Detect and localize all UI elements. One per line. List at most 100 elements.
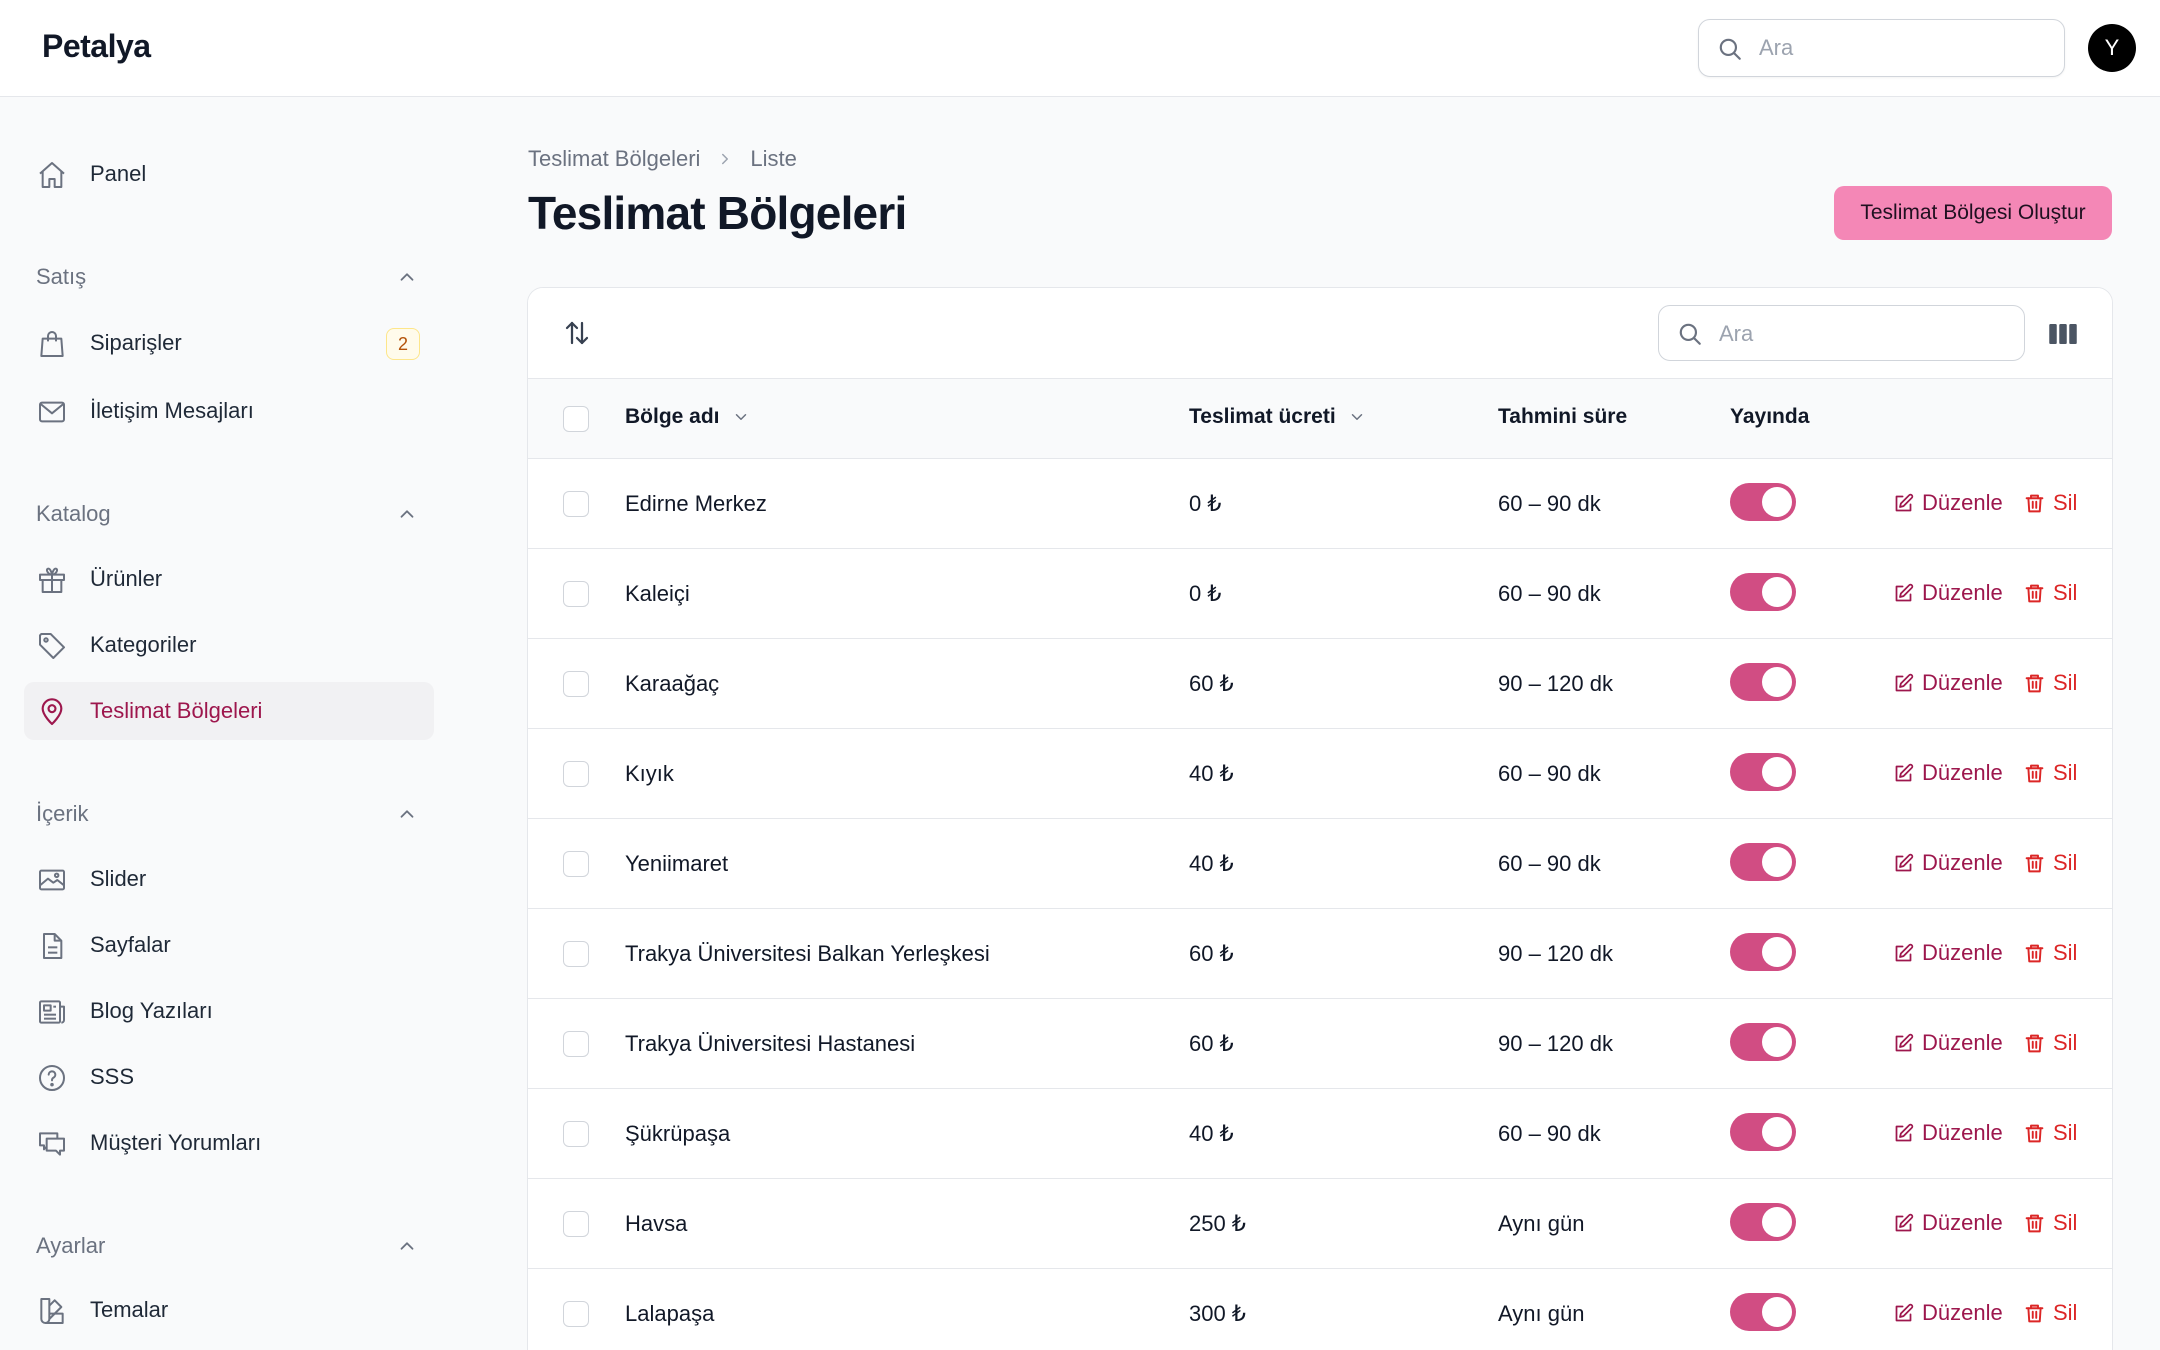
chevron-right-icon [722,153,729,165]
sidebar-item-contact-messages[interactable]: İletişim Mesajları [24,382,434,440]
edit-button[interactable]: Düzenle [1893,1030,2003,1056]
edit-icon [1895,763,1914,781]
gift-icon [39,567,65,593]
published-toggle[interactable] [1730,843,1796,881]
sidebar-item-label: SSS [90,1064,135,1089]
edit-icon [1895,1213,1914,1231]
sidebar-item-label: Temalar [90,1297,169,1322]
row-checkbox[interactable] [563,1301,589,1327]
sidebar-item-panel[interactable]: Panel [24,145,434,203]
brand-logo[interactable]: Petalya [42,28,151,65]
table-search-input[interactable] [1719,316,2009,352]
published-toggle[interactable] [1730,933,1796,971]
published-toggle[interactable] [1730,573,1796,611]
row-checkbox[interactable] [563,851,589,877]
sidebar-item-pages[interactable]: Sayfalar [24,916,434,974]
sidebar-item-orders[interactable]: Siparişler 2 [24,314,434,372]
row-checkbox[interactable] [563,491,589,517]
row-checkbox[interactable] [563,1031,589,1057]
column-header-name[interactable]: Bölge adı [625,405,750,429]
delete-button[interactable]: Sil [2024,760,2077,786]
published-toggle[interactable] [1730,483,1796,521]
question-circle-icon [39,1065,65,1091]
delete-button[interactable]: Sil [2024,1030,2077,1056]
edit-button[interactable]: Düzenle [1893,490,2003,516]
sidebar-item-themes[interactable]: Temalar [24,1281,434,1339]
delivery-fee: 40 ₺ [1189,851,1234,876]
delivery-fee: 40 ₺ [1189,761,1234,786]
toggle-knob [1762,937,1792,967]
delete-button[interactable]: Sil [2024,580,2077,606]
trash-icon [2025,494,2044,512]
published-toggle[interactable] [1730,1023,1796,1061]
sidebar-item-customer-reviews[interactable]: Müşteri Yorumları [24,1114,434,1172]
chevron-up-icon[interactable] [396,1235,418,1257]
create-delivery-zone-button[interactable]: Teslimat Bölgesi Oluştur [1834,186,2112,240]
edit-button[interactable]: Düzenle [1893,850,2003,876]
delete-button[interactable]: Sil [2024,940,2077,966]
table-search[interactable] [1658,305,2025,361]
edit-button[interactable]: Düzenle [1893,760,2003,786]
sidebar-item-slider[interactable]: Slider [24,850,434,908]
table-row: Yeniimaret 40 ₺ 60 – 90 dk Düzenle Sil [528,819,2112,909]
sidebar-item-faq[interactable]: SSS [24,1048,434,1106]
row-checkbox[interactable] [563,671,589,697]
edit-button[interactable]: Düzenle [1893,580,2003,606]
edit-label: Düzenle [1922,850,2003,875]
delivery-zones-table: Bölge adı Teslimat ücreti Tahmini süre Y… [527,287,2113,1350]
sort-icon[interactable] [562,318,592,348]
estimated-duration: 60 – 90 dk [1498,761,1601,786]
chevron-up-icon[interactable] [396,803,418,825]
row-checkbox[interactable] [563,1211,589,1237]
delete-button[interactable]: Sil [2024,1120,2077,1146]
published-toggle[interactable] [1730,1113,1796,1151]
delete-button[interactable]: Sil [2024,670,2077,696]
sidebar-item-label: Kategoriler [90,632,197,657]
column-header-label: Yayında [1730,405,1810,428]
edit-label: Düzenle [1922,940,2003,965]
sidebar-item-label: İletişim Mesajları [90,398,254,423]
published-toggle[interactable] [1730,753,1796,791]
edit-button[interactable]: Düzenle [1893,940,2003,966]
delete-button[interactable]: Sil [2024,850,2077,876]
delete-button[interactable]: Sil [2024,490,2077,516]
trash-icon [2025,944,2044,962]
user-avatar[interactable]: Y [2088,24,2136,72]
breadcrumb-parent-link[interactable]: Teslimat Bölgeleri [528,146,700,172]
columns-icon[interactable] [2048,321,2078,347]
nav-group-content-label: İçerik [36,801,89,826]
edit-icon [1895,1303,1914,1321]
global-search[interactable] [1698,19,2065,77]
chevron-up-icon[interactable] [396,503,418,525]
sidebar-item-label: Ürünler [90,566,163,591]
table-header: Bölge adı Teslimat ücreti Tahmini süre Y… [528,379,2112,459]
edit-button[interactable]: Düzenle [1893,1210,2003,1236]
row-checkbox[interactable] [563,761,589,787]
delivery-fee: 0 ₺ [1189,491,1222,516]
delivery-fee: 60 ₺ [1189,941,1234,966]
image-icon [39,869,65,891]
published-toggle[interactable] [1730,663,1796,701]
sidebar-item-delivery-zones[interactable]: Teslimat Bölgeleri [24,682,434,740]
select-all-checkbox[interactable] [563,406,589,432]
sidebar-item-blog-posts[interactable]: Blog Yazıları [24,982,434,1040]
sidebar-item-products[interactable]: Ürünler [24,550,434,608]
row-checkbox[interactable] [563,941,589,967]
row-checkbox[interactable] [563,581,589,607]
delete-button[interactable]: Sil [2024,1210,2077,1236]
table-row: Trakya Üniversitesi Balkan Yerleşkesi 60 … [528,909,2112,999]
published-toggle[interactable] [1730,1293,1796,1331]
delete-button[interactable]: Sil [2024,1300,2077,1326]
edit-button[interactable]: Düzenle [1893,1300,2003,1326]
column-header-fee[interactable]: Teslimat ücreti [1189,405,1366,429]
global-search-input[interactable] [1759,30,2049,66]
edit-button[interactable]: Düzenle [1893,670,2003,696]
delivery-fee: 60 ₺ [1189,671,1234,696]
delete-label: Sil [2053,1120,2078,1145]
sidebar-item-categories[interactable]: Kategoriler [24,616,434,674]
chevron-up-icon[interactable] [396,266,418,288]
edit-button[interactable]: Düzenle [1893,1120,2003,1146]
row-checkbox[interactable] [563,1121,589,1147]
sidebar-item-label: Teslimat Bölgeleri [90,698,263,723]
published-toggle[interactable] [1730,1203,1796,1241]
